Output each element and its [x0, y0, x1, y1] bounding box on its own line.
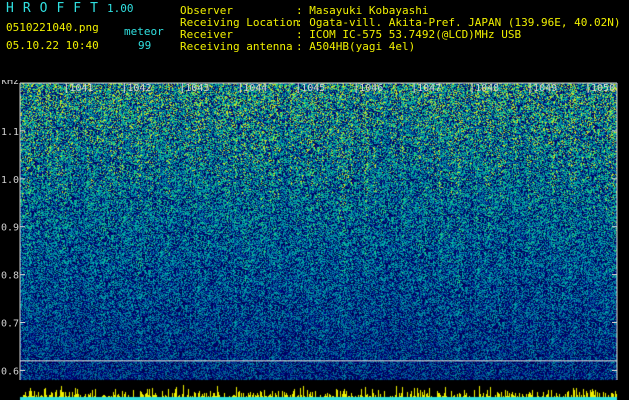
capture-timestamp: 05.10.22 10:40 — [6, 39, 99, 52]
y-tick-label: 0.7 — [1, 319, 19, 330]
spectrogram-axes: kHz 1.1 1.0 0.9 0.8 0.7 0.6 1041 1042 1043 1044 104… — [1, 80, 618, 380]
app-title-letters: HROFFT — [6, 1, 107, 16]
meteor-count: 99 — [138, 39, 152, 52]
y-tick-label: 1.0 — [1, 175, 19, 186]
image-filename: 0510221040.png — [6, 21, 99, 34]
header-panel: HROFFT1.00 0510221040.png 05.10.22 10:40… — [0, 0, 629, 80]
app-title: HROFFT1.00 — [6, 1, 133, 16]
spectrogram-plot: kHz 1.1 1.0 0.9 0.8 0.7 0.6 1041 1042 1043 1044 104… — [0, 80, 629, 400]
y-tick-label: 0.8 — [1, 271, 19, 282]
x-tick-label: 1047 — [417, 83, 441, 94]
y-unit-label: kHz — [1, 80, 19, 87]
x-tick-label: 1042 — [127, 83, 151, 94]
x-tick-label: 1041 — [69, 83, 93, 94]
y-tick-label: 0.9 — [1, 223, 19, 234]
antenna-label: Receiving antenna — [180, 40, 293, 53]
x-tick-label: 1045 — [301, 83, 325, 94]
x-tick-label: 1049 — [533, 83, 557, 94]
mode-label: meteor — [124, 25, 164, 38]
y-tick-label: 1.1 — [1, 127, 19, 138]
y-tick-label: 0.6 — [1, 366, 19, 377]
x-tick-label: 1050 — [591, 83, 615, 94]
x-tick-label: 1044 — [243, 83, 267, 94]
x-tick-label: 1048 — [475, 83, 499, 94]
x-tick-label: 1046 — [359, 83, 383, 94]
app-version: 1.00 — [106, 2, 134, 15]
antenna-value: : A504HB(yagi 4el) — [296, 40, 416, 53]
x-tick-label: 1043 — [185, 83, 209, 94]
